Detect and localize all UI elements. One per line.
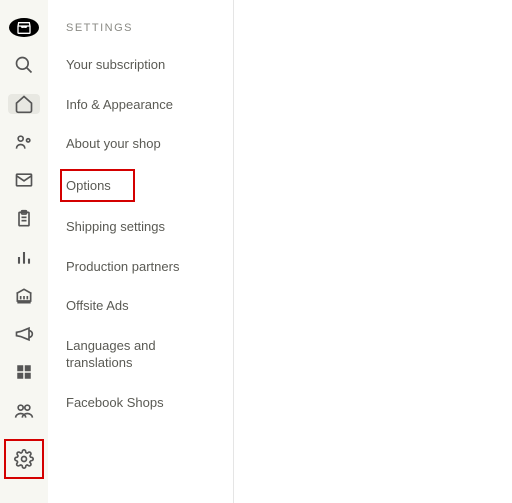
- settings-menu: Your subscription Info & Appearance Abou…: [66, 56, 233, 411]
- icon-rail: [0, 0, 48, 503]
- shop-logo-icon[interactable]: [9, 18, 39, 37]
- people-icon[interactable]: [8, 132, 40, 152]
- bank-icon[interactable]: [8, 285, 40, 305]
- menu-item-about-shop[interactable]: About your shop: [66, 135, 233, 153]
- menu-item-options[interactable]: Options: [60, 169, 135, 203]
- settings-panel: SETTINGS Your subscription Info & Appear…: [48, 0, 234, 503]
- menu-item-production-partners[interactable]: Production partners: [66, 258, 233, 276]
- settings-gear-highlight: [4, 439, 44, 479]
- panel-heading: SETTINGS: [66, 22, 233, 34]
- menu-item-offsite-ads[interactable]: Offsite Ads: [66, 297, 233, 315]
- clipboard-icon[interactable]: [8, 209, 40, 229]
- megaphone-icon[interactable]: [8, 324, 40, 344]
- gear-icon[interactable]: [8, 443, 40, 475]
- grid-icon[interactable]: [8, 362, 40, 382]
- menu-item-shipping[interactable]: Shipping settings: [66, 218, 233, 236]
- menu-item-info-appearance[interactable]: Info & Appearance: [66, 96, 233, 114]
- menu-item-languages[interactable]: Languages and translations: [66, 337, 233, 372]
- search-icon[interactable]: [8, 55, 40, 75]
- mail-icon[interactable]: [8, 170, 40, 190]
- community-icon[interactable]: [8, 401, 40, 421]
- stats-icon[interactable]: [8, 247, 40, 267]
- home-icon[interactable]: [8, 94, 40, 114]
- menu-item-subscription[interactable]: Your subscription: [66, 56, 233, 74]
- menu-item-facebook-shops[interactable]: Facebook Shops: [66, 394, 233, 412]
- content-area: [234, 0, 512, 503]
